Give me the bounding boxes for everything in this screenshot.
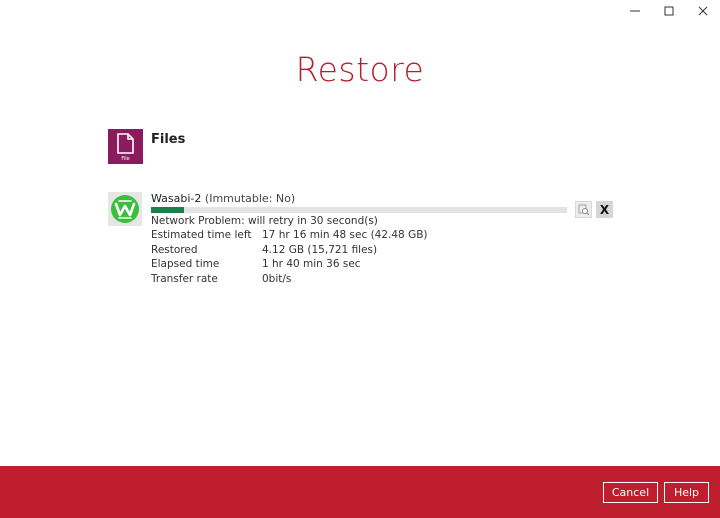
detail-key: Estimated time left	[151, 229, 252, 241]
progress-fill	[151, 207, 185, 213]
detail-row: Estimated time left 17 hr 16 min 48 sec (…	[151, 228, 571, 243]
detail-row: Elapsed time 1 hr 40 min 36 sec	[151, 257, 571, 272]
restore-source: File Files	[108, 129, 185, 164]
file-icon: File	[108, 129, 143, 164]
wasabi-logo-icon	[108, 192, 142, 226]
destination-name-line: Wasabi-2 (Immutable: No)	[151, 192, 571, 205]
detail-value: 17 hr 16 min 48 sec (42.48 GB)	[262, 229, 428, 241]
page-title: Restore	[295, 50, 425, 89]
detail-row: Transfer rate 0bit/s	[151, 272, 571, 287]
detail-value: 1 hr 40 min 36 sec	[262, 258, 361, 270]
destination-immutable: (Immutable: No)	[204, 192, 296, 205]
detail-key: Elapsed time	[151, 258, 220, 270]
remove-label: X	[599, 202, 610, 217]
detail-row: Restored 4.12 GB (15,721 files)	[151, 243, 571, 258]
source-label: Files	[151, 132, 186, 147]
destination-name: Wasabi-2	[151, 192, 202, 205]
detail-key: Restored	[151, 243, 198, 256]
detail-value: 0bit/s	[262, 272, 292, 285]
remove-button[interactable]: X	[596, 201, 613, 218]
detail-key: Transfer rate	[151, 272, 218, 285]
help-button[interactable]: Help	[664, 482, 709, 503]
status-text: Network Problem: will retry in 30 second…	[151, 215, 378, 227]
detail-value: 4.12 GB (15,721 files)	[262, 243, 378, 256]
destination-details: Wasabi-2 (Immutable: No) Network Problem…	[151, 192, 571, 286]
cancel-button[interactable]: Cancel	[603, 482, 658, 503]
maximize-icon[interactable]	[652, 0, 686, 22]
magnifier-icon[interactable]	[575, 201, 592, 218]
detail-list: Estimated time left 17 hr 16 min 48 sec (…	[151, 228, 571, 286]
close-icon[interactable]	[686, 0, 720, 22]
minimize-icon[interactable]	[618, 0, 652, 22]
window-controls	[618, 0, 720, 22]
progress-bar	[151, 207, 567, 213]
file-icon-caption: File	[121, 156, 130, 162]
